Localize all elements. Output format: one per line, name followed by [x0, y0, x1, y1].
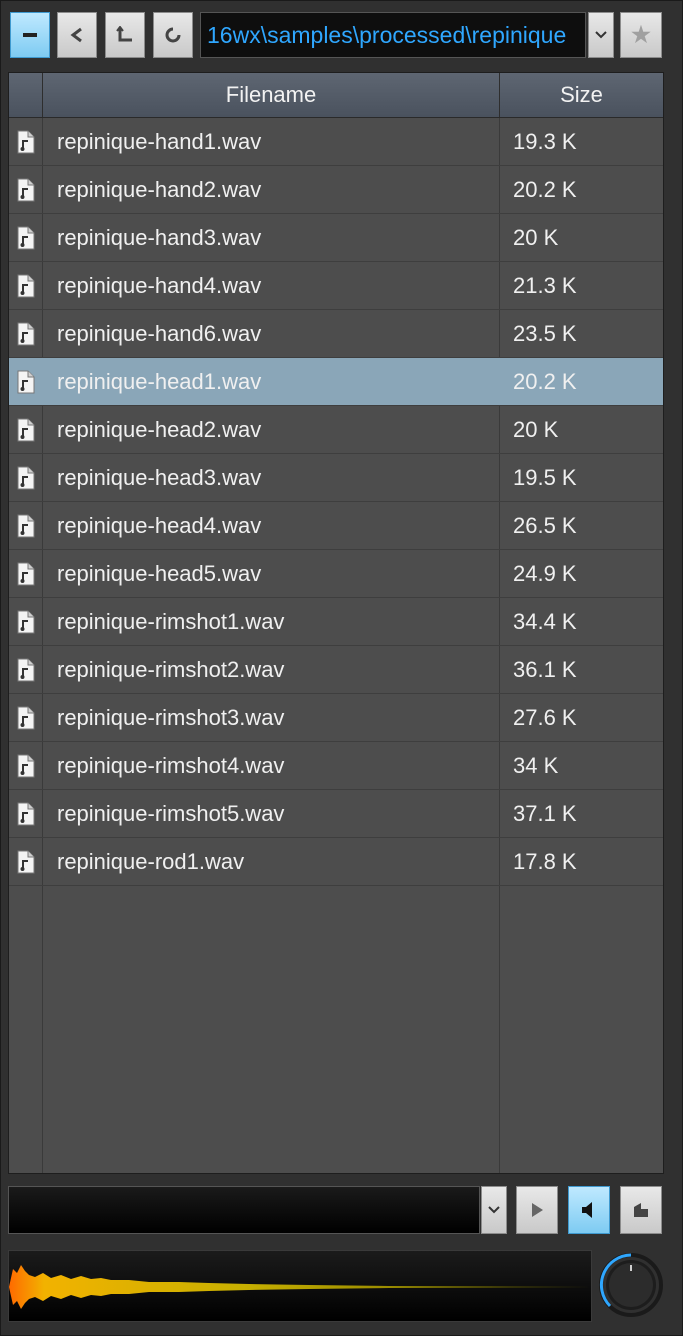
filename-cell: repinique-rimshot4.wav [57, 753, 285, 778]
size-cell: 34.4 K [513, 609, 577, 634]
chevron-down-icon [488, 1206, 500, 1214]
back-button[interactable] [57, 12, 97, 58]
size-cell: 21.3 K [513, 273, 577, 298]
filename-cell: repinique-hand2.wav [57, 177, 262, 202]
audio-file-icon [9, 166, 42, 213]
audio-file-icon [9, 118, 42, 165]
filename-cell: repinique-head1.wav [57, 369, 262, 394]
filename-cell: repinique-rimshot2.wav [57, 657, 285, 682]
file-row[interactable]: repinique-head3.wav 19.5 K [9, 454, 663, 502]
filename-cell: repinique-rod1.wav [57, 849, 245, 874]
speaker-icon [582, 1202, 592, 1218]
audio-file-icon [9, 838, 42, 885]
file-row[interactable]: repinique-rimshot5.wav 37.1 K [9, 790, 663, 838]
file-row[interactable]: repinique-hand3.wav 20 K [9, 214, 663, 262]
volume-knob[interactable] [598, 1252, 664, 1318]
filename-cell: repinique-hand1.wav [57, 129, 262, 154]
audio-file-icon [9, 454, 42, 501]
file-row[interactable]: repinique-head1.wav 20.2 K [9, 358, 663, 406]
audio-file-icon [9, 598, 42, 645]
size-cell: 20.2 K [513, 177, 577, 202]
file-row[interactable]: repinique-rimshot1.wav 34.4 K [9, 598, 663, 646]
list-header: Filename Size [9, 73, 663, 118]
waveform [9, 1265, 591, 1309]
play-icon [532, 1203, 543, 1217]
size-cell: 23.5 K [513, 321, 577, 346]
size-cell: 20.2 K [513, 369, 577, 394]
size-cell: 19.3 K [513, 129, 577, 154]
minus-icon [23, 33, 37, 37]
autoplay-icon [634, 1203, 648, 1217]
favorite-button[interactable]: ★ [620, 12, 662, 58]
filename-cell: repinique-hand4.wav [57, 273, 262, 298]
file-row[interactable]: repinique-head4.wav 26.5 K [9, 502, 663, 550]
play-button[interactable] [516, 1186, 558, 1234]
file-row[interactable]: repinique-hand1.wav 19.3 K [9, 118, 663, 166]
file-row[interactable]: repinique-rimshot4.wav 34 K [9, 742, 663, 790]
filename-cell: repinique-head4.wav [57, 513, 262, 538]
file-row[interactable]: repinique-head5.wav 24.9 K [9, 550, 663, 598]
audio-file-icon [9, 310, 42, 357]
parent-folder-button[interactable] [105, 12, 145, 58]
star-icon: ★ [631, 22, 651, 47]
size-cell: 36.1 K [513, 657, 577, 682]
filename-cell: repinique-rimshot3.wav [57, 705, 285, 730]
audio-file-icon [9, 646, 42, 693]
filename-cell: repinique-head3.wav [57, 465, 262, 490]
size-cell: 19.5 K [513, 465, 577, 490]
audio-file-icon [9, 694, 42, 741]
refresh-icon [165, 27, 181, 43]
waveform-display[interactable] [8, 1250, 592, 1322]
audio-file-icon [9, 358, 42, 405]
file-row[interactable]: repinique-head2.wav 20 K [9, 406, 663, 454]
size-cell: 20 K [513, 225, 559, 250]
file-row[interactable]: repinique-hand6.wav 23.5 K [9, 310, 663, 358]
refresh-button[interactable] [153, 12, 193, 58]
chevron-down-icon [595, 31, 607, 39]
file-row[interactable]: repinique-rimshot2.wav 36.1 K [9, 646, 663, 694]
sample-selector[interactable] [8, 1186, 480, 1234]
audio-file-icon [9, 262, 42, 309]
audio-file-icon [9, 550, 42, 597]
filename-column-header[interactable]: Filename [43, 73, 500, 117]
audio-file-icon [9, 790, 42, 837]
parent-folder-icon [116, 26, 132, 42]
back-arrow-icon [70, 27, 82, 43]
audio-file-icon [9, 214, 42, 261]
autoplay-button[interactable] [620, 1186, 662, 1234]
size-cell: 27.6 K [513, 705, 577, 730]
file-row[interactable]: repinique-rod1.wav 17.8 K [9, 838, 663, 886]
path-dropdown-button[interactable] [588, 12, 614, 58]
preview-sound-button[interactable] [568, 1186, 610, 1234]
sample-dropdown-button[interactable] [481, 1186, 507, 1234]
filename-cell: repinique-rimshot5.wav [57, 801, 285, 826]
collapse-button[interactable] [10, 12, 50, 58]
filename-cell: repinique-hand6.wav [57, 321, 262, 346]
filename-cell: repinique-rimshot1.wav [57, 609, 285, 634]
icon-column-header[interactable] [9, 73, 43, 117]
path-field[interactable]: 16wx\samples\processed\repinique [200, 12, 586, 58]
file-row[interactable]: repinique-hand2.wav 20.2 K [9, 166, 663, 214]
filename-cell: repinique-hand3.wav [57, 225, 262, 250]
size-cell: 17.8 K [513, 849, 577, 874]
audio-file-icon [9, 742, 42, 789]
volume-knob-icon [599, 1253, 663, 1317]
size-cell: 34 K [513, 753, 559, 778]
audio-file-icon [9, 502, 42, 549]
size-cell: 24.9 K [513, 561, 577, 586]
file-row[interactable]: repinique-rimshot3.wav 27.6 K [9, 694, 663, 742]
filename-cell: repinique-head5.wav [57, 561, 262, 586]
file-list[interactable]: Filename Size repinique-hand1.wav 19.3 Kr… [8, 72, 664, 1174]
size-cell: 37.1 K [513, 801, 577, 826]
audio-file-icon [9, 406, 42, 453]
filename-cell: repinique-head2.wav [57, 417, 262, 442]
size-cell: 26.5 K [513, 513, 577, 538]
size-cell: 20 K [513, 417, 559, 442]
size-column-header[interactable]: Size [500, 73, 663, 117]
file-row[interactable]: repinique-hand4.wav 21.3 K [9, 262, 663, 310]
